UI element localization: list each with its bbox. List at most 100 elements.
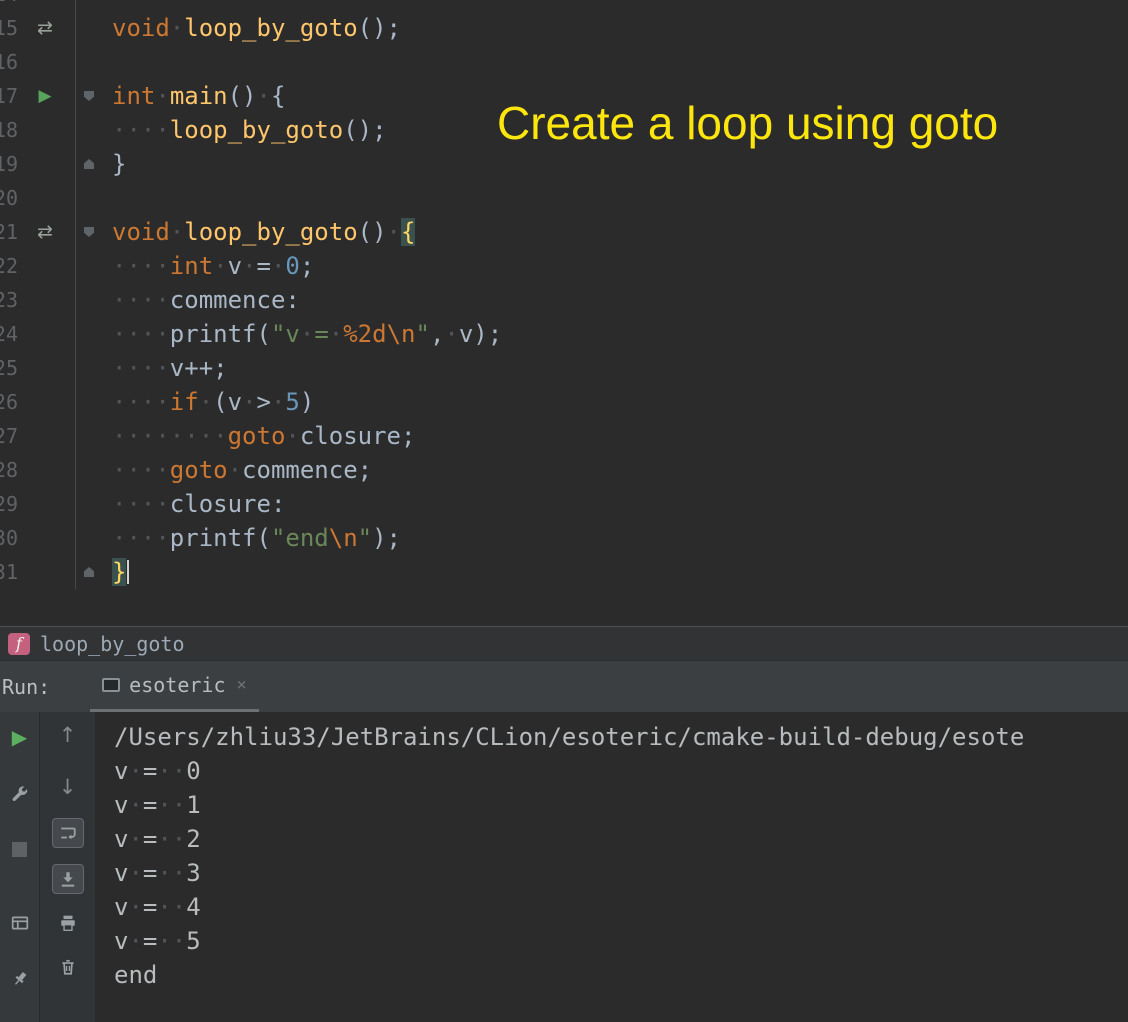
printer-icon [60,915,75,931]
whitespace-dots: · [128,893,143,921]
console-line: v·=··3 [114,859,201,887]
whitespace-dots: · [227,456,243,484]
code-line-28[interactable]: 28 ····goto·commence; [0,453,1128,487]
prev-occurrence-button[interactable]: ↑ [53,722,83,748]
restore-layout-button[interactable] [5,910,35,936]
nav-arrows-icon[interactable]: ⇄ [28,215,62,249]
line-number: 22 [0,254,18,278]
gutter: 25 [0,351,112,385]
code-token: closure; [299,422,416,450]
whitespace-dots: ···· [112,490,170,518]
code-line-15[interactable]: 15 ⇄ void·loop_by_goto(); [0,11,1128,45]
fold-end-icon[interactable] [84,567,94,577]
code-line-29[interactable]: 29 ····closure: [0,487,1128,521]
code-token: 5 [285,388,300,416]
code-text: ········goto·closure; [112,419,1128,453]
whitespace-dots: · [444,320,459,348]
run-toolwindow-header: Run: esoteric × [0,660,1128,712]
gutter: 14 [0,0,112,11]
code-line-23[interactable]: 23 ····commence: [0,283,1128,317]
whitespace-dots: ···· [112,524,170,552]
code-text: ····printf("v·=·%2d\n",·v); [112,317,1128,351]
edit-configuration-button[interactable] [5,780,35,806]
gutter: 21 ⇄ [0,215,112,249]
code-line-14[interactable]: 14 [0,0,1128,11]
code-token: = [314,320,329,348]
code-token: printf( [169,320,271,348]
pin-button[interactable] [5,966,35,992]
editor-lines: 1415⇄void·loop_by_goto();1617▶int·main()… [0,0,1128,589]
code-line-30[interactable]: 30 ····printf("end\n"); [0,521,1128,555]
code-line-24[interactable]: 24····printf("v·=·%2d\n",·v); [0,317,1128,351]
tab-label: esoteric [129,673,226,697]
line-number: 19 [0,152,18,176]
whitespace-dots: ···· [112,456,170,484]
line-number: 21 [0,220,18,244]
whitespace-dots: · [169,14,185,42]
scroll-to-end-icon [61,872,74,887]
whitespace-dots: ···· [112,388,170,416]
code-token: (v [213,388,243,416]
code-token: v); [458,320,503,348]
fold-start-icon[interactable] [84,227,94,237]
code-line-26[interactable]: 26····if·(v·>·5) [0,385,1128,419]
fold-end-icon[interactable] [84,159,94,169]
scroll-to-end-toggle[interactable] [51,864,84,894]
code-token: " [357,524,373,552]
code-token: loop_by_goto [184,14,358,42]
code-token: ; [299,252,315,280]
code-token: \n [386,320,416,348]
code-line-21[interactable]: 21⇄void·loop_by_goto()·{ [0,215,1128,249]
code-token: { [401,218,416,246]
whitespace-dots: · [285,422,300,450]
down-arrow-icon: ↓ [58,775,77,799]
console-output[interactable]: /Users/zhliu33/JetBrains/CLion/esoteric/… [96,712,1128,1022]
whitespace-dots: · [128,757,143,785]
tab-esoteric[interactable]: esoteric × [90,661,259,712]
close-tab-icon[interactable]: × [237,675,247,695]
whitespace-dots: · [169,218,185,246]
whitespace-dots: ···· [112,116,170,144]
run-line-icon[interactable]: ▶ [28,79,62,113]
whitespace-dots: ···· [112,252,170,280]
stop-button[interactable] [5,836,35,862]
gutter: 18 [0,113,112,147]
console-line: end [114,961,158,989]
code-token: loop_by_goto [184,218,358,246]
code-token: (); [357,14,401,42]
code-line-22[interactable]: 22····int·v·=·0; [0,249,1128,283]
code-editor[interactable]: 1415⇄void·loop_by_goto();1617▶int·main()… [0,0,1128,626]
gutter: 23 [0,283,112,317]
code-token: { [270,82,286,110]
code-line-31[interactable]: 31} [0,555,1128,589]
code-token: " [415,320,430,348]
code-line-16[interactable]: 16 [0,45,1128,79]
code-line-27[interactable]: 27 ········goto·closure; [0,419,1128,453]
line-number: 15 [0,16,18,40]
whitespace-dots: ···· [112,286,170,314]
print-button[interactable] [53,910,83,936]
code-line-25[interactable]: 25 ····v++; [0,351,1128,385]
code-line-20[interactable]: 20 [0,181,1128,215]
whitespace-dots: · [213,252,228,280]
pin-icon [14,972,26,985]
gutter: 15 ⇄ [0,11,112,45]
code-line-19[interactable]: 19} [0,147,1128,181]
clear-console-button[interactable] [53,954,83,980]
gutter: 20 [0,181,112,215]
code-text: void·loop_by_goto()·{ [112,215,1128,249]
fold-start-icon[interactable] [84,91,94,101]
whitespace-dots: ·· [157,825,187,853]
whitespace-dots: ·· [157,859,187,887]
line-number: 20 [0,186,18,210]
line-number: 30 [0,526,18,550]
gutter: 27 [0,419,112,453]
rerun-button[interactable]: ▶ [5,724,35,750]
whitespace-dots: ·· [157,893,187,921]
nav-arrows-icon[interactable]: ⇄ [28,11,62,45]
next-occurrence-button[interactable]: ↓ [53,774,83,800]
breadcrumb-function-name[interactable]: loop_by_goto [40,632,185,656]
soft-wrap-toggle[interactable] [51,818,84,848]
